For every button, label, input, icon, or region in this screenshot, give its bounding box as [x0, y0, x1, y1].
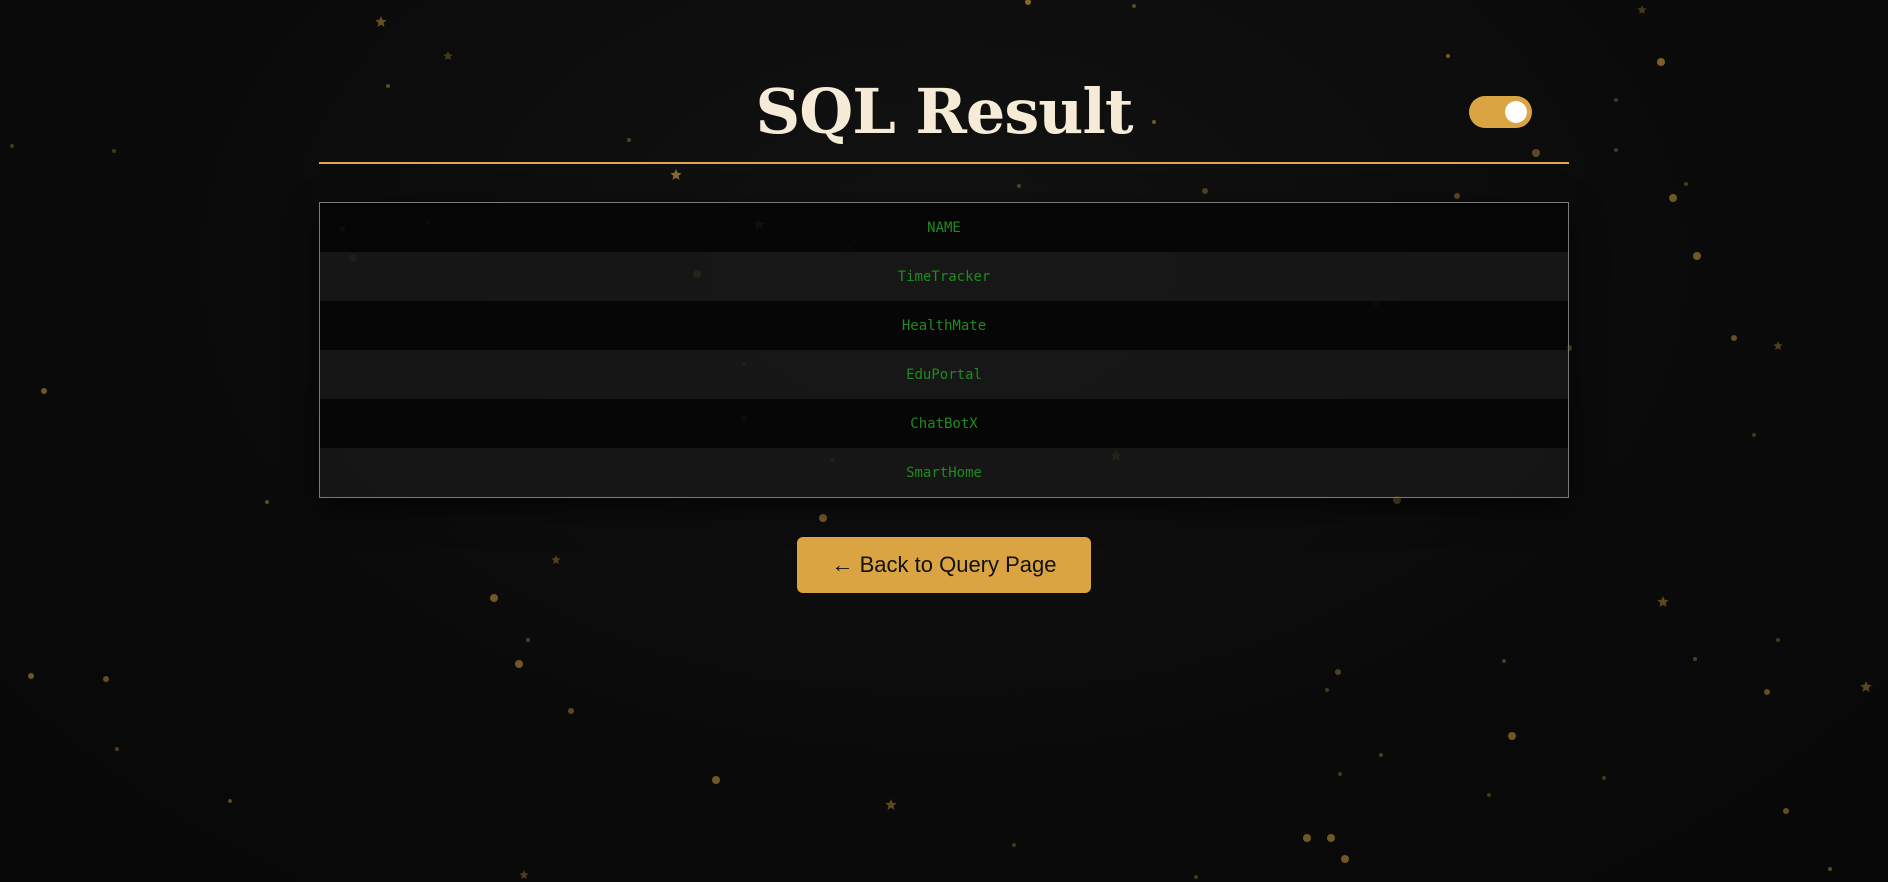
sparkle-dot — [1454, 193, 1460, 199]
sparkle-star-icon — [1860, 681, 1872, 692]
sparkle-dot — [515, 660, 523, 668]
table-cell: TimeTracker — [897, 268, 991, 285]
sparkle-dot — [115, 747, 119, 751]
sparkle-dot — [568, 708, 574, 714]
sparkle-dot — [1341, 855, 1349, 863]
sparkle-dot — [1202, 188, 1208, 194]
page-title: SQL Result — [755, 75, 1133, 148]
toggle-knob — [1505, 101, 1527, 123]
page-header: SQL Result — [319, 60, 1569, 164]
table-row: SmartHome — [320, 448, 1568, 497]
sparkle-star-icon — [519, 870, 529, 879]
table-cell: ChatBotX — [910, 415, 978, 432]
sparkle-dot — [265, 500, 269, 504]
sparkle-dot — [41, 388, 47, 394]
sparkle-dot — [1669, 194, 1677, 202]
table-row: TimeTracker — [320, 252, 1568, 301]
table-cell: EduPortal — [906, 366, 982, 383]
sparkle-star-icon — [551, 555, 561, 564]
sparkle-dot — [1017, 184, 1021, 188]
sparkle-star-icon — [1637, 5, 1647, 14]
sparkle-dot — [819, 514, 827, 522]
sparkle-dot — [1828, 867, 1832, 871]
table-row: HealthMate — [320, 301, 1568, 350]
sparkle-dot — [526, 638, 530, 642]
sparkle-star-icon — [1773, 341, 1783, 350]
sparkle-dot — [1487, 793, 1491, 797]
sparkle-dot — [1446, 54, 1450, 58]
back-to-query-button[interactable]: ← Back to Query Page — [797, 537, 1091, 593]
sparkle-dot — [1614, 98, 1618, 102]
table-row: EduPortal — [320, 350, 1568, 399]
sparkle-dot — [1338, 772, 1342, 776]
sparkle-dot — [1752, 433, 1756, 437]
sparkle-star-icon — [670, 169, 682, 180]
result-table: NAME TimeTracker HealthMate EduPortal Ch… — [320, 203, 1568, 497]
sparkle-dot — [1731, 335, 1737, 341]
sparkle-dot — [1025, 0, 1031, 5]
sparkle-dot — [28, 673, 34, 679]
sparkle-dot — [1335, 669, 1341, 675]
sparkle-dot — [1693, 657, 1697, 661]
sparkle-dot — [1657, 58, 1665, 66]
table-header-row: NAME — [320, 203, 1568, 252]
sparkle-dot — [1776, 638, 1780, 642]
theme-toggle[interactable] — [1469, 96, 1532, 128]
sparkle-dot — [1194, 875, 1198, 879]
column-header-name: NAME — [927, 219, 961, 236]
sparkle-star-icon — [443, 51, 453, 60]
table-cell: HealthMate — [901, 317, 987, 334]
table-cell: SmartHome — [906, 464, 982, 481]
sparkle-dot — [228, 799, 232, 803]
sparkle-dot — [1508, 732, 1516, 740]
sparkle-dot — [10, 144, 14, 148]
sparkle-dot — [1693, 252, 1701, 260]
sparkle-dot — [490, 594, 498, 602]
sparkle-dot — [1502, 659, 1506, 663]
sparkle-dot — [103, 676, 109, 682]
sparkle-star-icon — [1657, 596, 1669, 607]
sparkle-dot — [1764, 689, 1770, 695]
table-row: ChatBotX — [320, 399, 1568, 448]
result-table-container: NAME TimeTracker HealthMate EduPortal Ch… — [319, 202, 1569, 498]
sparkle-dot — [1303, 834, 1311, 842]
sparkle-dot — [1012, 843, 1016, 847]
sparkle-dot — [1783, 808, 1789, 814]
sparkle-star-icon — [375, 16, 387, 27]
sparkle-dot — [712, 776, 720, 784]
sparkle-star-icon — [885, 799, 897, 810]
sparkle-dot — [1327, 834, 1335, 842]
sparkle-dot — [1602, 776, 1606, 780]
sparkle-dot — [1684, 182, 1688, 186]
sparkle-dot — [1132, 4, 1136, 8]
sparkle-dot — [112, 149, 116, 153]
sparkle-dot — [1614, 148, 1618, 152]
sparkle-dot — [1379, 753, 1383, 757]
sparkle-dot — [1325, 688, 1329, 692]
